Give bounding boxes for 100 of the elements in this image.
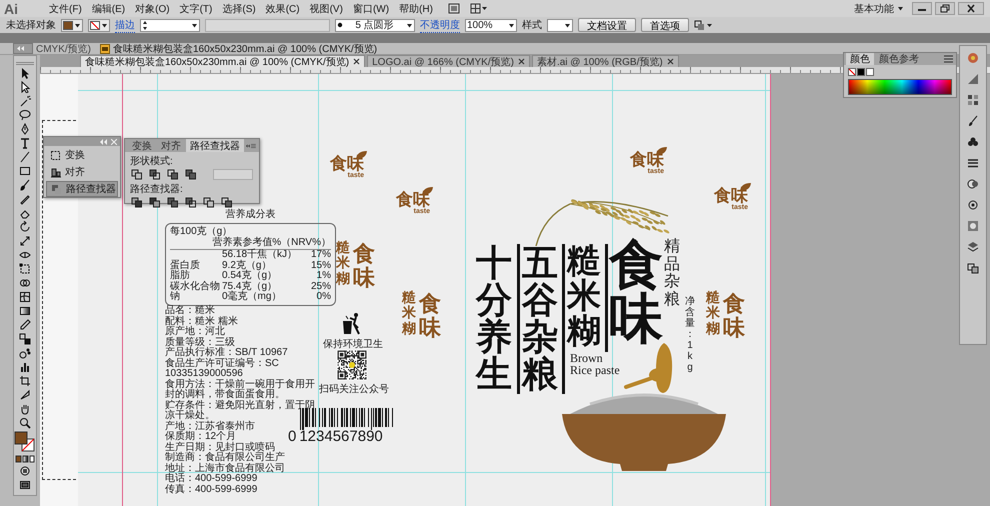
brush-dropdown[interactable]: 5 点圆形 [335, 18, 415, 32]
panel-tab[interactable]: 变换 [128, 139, 156, 152]
panel-item[interactable]: 变换 [46, 147, 118, 163]
menu-icon[interactable] [944, 55, 953, 63]
caret-icon[interactable] [74, 22, 81, 28]
caret-icon[interactable] [564, 22, 571, 28]
close-icon[interactable] [958, 2, 984, 15]
pencil-icon[interactable] [19, 193, 31, 205]
overlapping-squares-icon[interactable] [149, 169, 161, 180]
panel-tab[interactable]: 对齐 [157, 139, 185, 152]
spinner-icon[interactable] [142, 20, 148, 30]
grid-layout-icon[interactable] [470, 3, 488, 14]
brush-icon[interactable] [967, 115, 979, 127]
collapse-icon[interactable] [246, 142, 250, 148]
rectangle-icon[interactable] [19, 165, 31, 177]
color-spectrum[interactable] [848, 79, 952, 95]
color-swatch[interactable] [857, 68, 865, 76]
overlapping-squares-icon[interactable] [167, 197, 179, 208]
menu-item[interactable]: 编辑(E) [86, 2, 130, 16]
stroke-lines-icon[interactable] [967, 157, 979, 169]
fill-color-button[interactable] [61, 18, 83, 32]
panel-item[interactable]: 对齐 [46, 164, 118, 180]
caret-icon[interactable] [191, 22, 198, 28]
arrange-icon[interactable] [694, 20, 714, 30]
caret-icon[interactable] [101, 22, 108, 28]
sprayer-icon[interactable] [19, 347, 31, 359]
caret-icon[interactable] [508, 22, 515, 28]
club-icon[interactable] [967, 136, 979, 148]
fill-stroke-icon[interactable] [14, 431, 36, 453]
menu-item[interactable]: 效果(C) [260, 2, 305, 16]
overlapping-squares-icon[interactable] [167, 169, 179, 180]
overlapping-squares-icon[interactable] [185, 197, 197, 208]
menu-item[interactable]: 窗口(W) [348, 2, 394, 16]
workspace-switcher[interactable]: 基本功能 [854, 2, 904, 16]
pen-icon[interactable] [19, 123, 31, 135]
artboard-icon[interactable] [19, 375, 31, 387]
zoom-icon[interactable] [19, 417, 31, 429]
color-swatch[interactable] [866, 68, 874, 76]
toolbar-button[interactable]: 首选项 [641, 18, 689, 32]
width-icon[interactable] [19, 249, 31, 261]
overlapping-squares-icon[interactable] [149, 197, 161, 208]
overlapping-squares-icon[interactable] [185, 169, 197, 180]
stroke-weight-field[interactable] [140, 18, 200, 32]
direct-selection-arrow-icon[interactable] [19, 81, 31, 93]
document-tab[interactable]: LOGO.ai @ 166% (CMYK/预览) [367, 55, 530, 67]
screen-mode-icon[interactable] [19, 479, 31, 491]
stroke-color-button[interactable] [88, 18, 110, 32]
drawing-mode-icon[interactable] [19, 465, 31, 477]
panel-tab[interactable]: 路径查找器 [186, 139, 244, 152]
rotate-icon[interactable] [19, 221, 31, 233]
dot-icon[interactable] [337, 22, 343, 28]
type-icon[interactable] [19, 137, 31, 149]
swatches-icon[interactable] [967, 94, 979, 106]
free-transform-icon[interactable] [19, 263, 31, 275]
magic-wand-icon[interactable] [19, 95, 31, 107]
selection-arrow-icon[interactable] [19, 67, 31, 79]
hand-icon[interactable] [19, 403, 31, 415]
close-icon[interactable] [518, 58, 525, 65]
menu-item[interactable]: 视图(V) [304, 2, 348, 16]
menu-item[interactable]: 文件(F) [44, 2, 87, 16]
panel-tab[interactable]: 颜色 [846, 53, 874, 65]
color-wheel-icon[interactable] [967, 52, 979, 64]
document-tab[interactable]: 食味糙米糊包装盒160x50x230mm.ai @ 100% (CMYK/预览) [80, 55, 366, 67]
color-swatch[interactable] [848, 68, 856, 76]
paintbrush-icon[interactable] [19, 179, 31, 191]
menu-item[interactable]: 文字(T) [174, 2, 218, 16]
blend-icon[interactable] [19, 333, 31, 345]
style-dropdown[interactable] [547, 18, 573, 32]
menu-item[interactable]: 选择(S) [217, 2, 261, 16]
lasso-icon[interactable] [19, 109, 31, 121]
menu-icon[interactable] [251, 142, 256, 150]
document-tab[interactable]: 素材.ai @ 100% (RGB/预览) [532, 55, 679, 67]
menu-item[interactable]: 帮助(H) [394, 2, 438, 16]
panel-item[interactable]: 路径查找器 [46, 181, 118, 197]
overlapping-squares-icon[interactable] [221, 197, 233, 208]
panel-tab[interactable]: 颜色参考 [875, 53, 923, 65]
bar-graph-icon[interactable] [19, 361, 31, 373]
mesh-icon[interactable] [19, 291, 31, 303]
scale-icon[interactable] [19, 235, 31, 247]
transparency-icon[interactable] [967, 178, 979, 190]
color-mode-icon[interactable] [15, 455, 35, 463]
minimize-icon[interactable] [912, 2, 932, 15]
overlapping-squares-icon[interactable] [131, 169, 143, 180]
close-icon[interactable] [353, 58, 360, 65]
transform-icon[interactable] [50, 150, 61, 160]
eyedropper-icon[interactable] [19, 319, 31, 331]
artboards-icon[interactable] [967, 262, 979, 274]
overlapping-squares-icon[interactable] [203, 197, 215, 208]
menu-item[interactable]: 对象(O) [130, 2, 175, 16]
toolbar-button[interactable]: 文档设置 [578, 18, 636, 32]
slice-icon[interactable] [19, 389, 31, 401]
collapsed-panel-icon[interactable] [13, 43, 33, 54]
appearance-icon[interactable] [967, 199, 979, 211]
shape-builder-icon[interactable] [19, 277, 31, 289]
line-icon[interactable] [19, 151, 31, 163]
gradient-icon[interactable] [19, 305, 31, 317]
align-icon[interactable] [50, 166, 61, 178]
caret-icon[interactable] [406, 22, 413, 28]
restore-icon[interactable] [935, 2, 955, 15]
caret-icon[interactable] [897, 5, 904, 12]
